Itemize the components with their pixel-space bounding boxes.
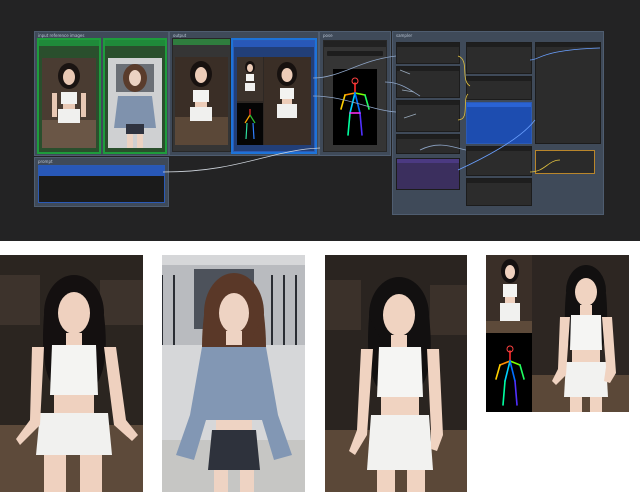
node-header[interactable]	[105, 40, 165, 46]
node-header[interactable]	[324, 41, 386, 47]
node-image-preview	[42, 58, 96, 148]
node-graph-canvas[interactable]: input reference images output pose sampl…	[0, 0, 640, 241]
openpose-preview-node[interactable]	[323, 40, 387, 152]
node-image-preview	[108, 58, 162, 148]
photo-4	[486, 255, 629, 412]
load-image-node-2[interactable]	[103, 38, 167, 154]
group-title: sampler	[396, 33, 413, 38]
sampler-node-4[interactable]	[396, 134, 460, 154]
node-header[interactable]	[234, 41, 314, 47]
node-header[interactable]	[39, 40, 99, 46]
photo-3	[325, 255, 467, 492]
sampler-node-3[interactable]	[396, 100, 460, 132]
sampler-node-9[interactable]	[466, 146, 532, 176]
photo-2	[162, 255, 305, 492]
sampler-node-10[interactable]	[466, 178, 532, 206]
sampler-node-11[interactable]	[535, 42, 601, 144]
photo-1	[0, 255, 143, 492]
sampler-node-1[interactable]	[396, 42, 460, 64]
sampler-node-12[interactable]	[535, 150, 595, 174]
sampler-node-7[interactable]	[466, 76, 532, 100]
sampler-node-8[interactable]	[466, 102, 532, 144]
load-image-node-1[interactable]	[37, 38, 101, 154]
sampler-node-6[interactable]	[466, 42, 532, 74]
node-widget[interactable]	[327, 51, 383, 56]
preview-image-node-1[interactable]	[172, 38, 231, 152]
group-title: pose	[323, 33, 333, 38]
group-title: prompt	[38, 159, 53, 164]
sampler-node-2[interactable]	[396, 66, 460, 98]
node-image-preview	[237, 57, 311, 145]
sampler-node-5[interactable]	[396, 158, 460, 190]
pose-skeleton-icon	[333, 69, 377, 145]
node-header[interactable]	[39, 166, 164, 176]
node-image-preview	[175, 57, 228, 145]
prompt-node[interactable]	[38, 165, 165, 203]
preview-image-node-2[interactable]	[231, 38, 317, 154]
node-header[interactable]	[173, 39, 230, 45]
